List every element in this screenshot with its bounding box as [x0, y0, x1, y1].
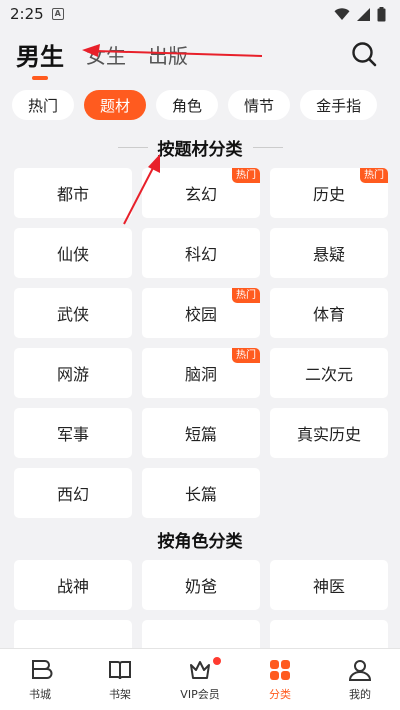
pill-theme[interactable]: 题材 — [84, 90, 147, 120]
genre-label: 长篇 — [184, 485, 217, 504]
bookstore-icon — [32, 660, 53, 679]
status-bar: 2:25 A — [0, 0, 400, 28]
role-label: 神医 — [312, 577, 345, 596]
status-time: 2:25 — [10, 5, 44, 23]
genre-label: 科幻 — [184, 245, 217, 264]
genre-label: 短篇 — [184, 425, 217, 444]
role-cell[interactable]: 奶爸 — [142, 560, 260, 610]
nav-category[interactable]: 分类 — [240, 649, 320, 710]
genre-cell[interactable]: 真实历史 — [270, 408, 388, 458]
signal-icon — [357, 7, 370, 21]
nav-bookshelf-label: 书架 — [109, 688, 131, 701]
genre-cell[interactable]: 玄幻 热门 — [142, 168, 260, 218]
divider-right — [252, 146, 283, 148]
section-title-role: 按角色分类 — [0, 518, 400, 560]
genre-label: 体育 — [312, 305, 345, 324]
genre-cell[interactable]: 网游 — [14, 348, 132, 398]
genre-cell[interactable]: 悬疑 — [270, 228, 388, 278]
genre-label: 脑洞 — [184, 365, 217, 384]
role-cell[interactable]: 神医 — [270, 560, 388, 610]
pill-role[interactable]: 角色 — [156, 90, 219, 120]
nav-profile-label: 我的 — [349, 688, 371, 701]
status-right — [334, 6, 386, 22]
pill-hot[interactable]: 热门 — [12, 90, 75, 120]
genre-label: 玄幻 — [184, 185, 217, 204]
genre-cell[interactable]: 都市 — [14, 168, 132, 218]
crown-icon — [190, 661, 210, 679]
hot-badge: 热门 — [232, 288, 260, 303]
genre-label: 网游 — [56, 365, 89, 384]
nav-vip[interactable]: VIP会员 — [160, 649, 240, 710]
nav-bookshelf[interactable]: 书架 — [80, 649, 160, 710]
genre-cell[interactable]: 体育 — [270, 288, 388, 338]
tab-male[interactable]: 男生 — [16, 37, 64, 72]
genre-cell[interactable]: 校园 热门 — [142, 288, 260, 338]
genre-label: 校园 — [184, 305, 217, 324]
genre-label: 武侠 — [56, 305, 89, 324]
profile-icon — [348, 660, 372, 681]
bottom-nav: 书城 书架 VIP会员 分类 我的 — [0, 648, 400, 710]
section-title-text: 按题材分类 — [157, 139, 243, 160]
role-cell[interactable]: 战神 — [14, 560, 132, 610]
hot-badge: 热门 — [360, 168, 388, 183]
bookshelf-icon — [109, 661, 131, 680]
genre-cell[interactable]: 脑洞 热门 — [142, 348, 260, 398]
genre-cell[interactable]: 历史 热门 — [270, 168, 388, 218]
genre-cell[interactable]: 短篇 — [142, 408, 260, 458]
nav-category-label: 分类 — [269, 688, 291, 701]
pill-golden-finger[interactable]: 金手指 — [300, 90, 378, 120]
genre-cell[interactable]: 长篇 — [142, 468, 260, 518]
top-tabs: 男生 女生 出版 — [0, 28, 400, 80]
divider-left — [117, 146, 148, 148]
hot-badge: 热门 — [232, 348, 260, 363]
tab-publishing[interactable]: 出版 — [148, 40, 188, 69]
a-square-icon: A — [51, 8, 64, 20]
genre-label: 军事 — [56, 425, 89, 444]
genre-cell[interactable]: 二次元 — [270, 348, 388, 398]
genre-cell[interactable]: 西幻 — [14, 468, 132, 518]
hot-badge: 热门 — [232, 168, 260, 183]
notification-dot — [213, 657, 221, 665]
section-title-theme: 按题材分类 — [0, 126, 400, 168]
genre-label: 仙侠 — [56, 245, 89, 264]
genre-label: 都市 — [56, 185, 89, 204]
nav-vip-label: VIP会员 — [180, 688, 220, 701]
genre-cell[interactable]: 军事 — [14, 408, 132, 458]
category-icon — [270, 660, 290, 680]
role-label: 奶爸 — [184, 577, 217, 596]
genre-label: 西幻 — [56, 485, 89, 504]
theme-grid: 都市 玄幻 热门 历史 热门 仙侠 科幻 悬疑 武侠 校园 热门 体育 网游 脑洞 热门… — [0, 168, 400, 518]
battery-icon — [377, 6, 386, 21]
genre-cell[interactable]: 科幻 — [142, 228, 260, 278]
search-icon[interactable] — [350, 40, 378, 68]
section-title-text: 按角色分类 — [157, 531, 243, 552]
status-left: 2:25 A — [10, 5, 64, 23]
genre-cell[interactable]: 武侠 — [14, 288, 132, 338]
nav-bookstore[interactable]: 书城 — [0, 649, 80, 710]
genre-label: 真实历史 — [296, 425, 361, 444]
genre-label: 历史 — [312, 185, 345, 204]
category-filter-pills: 热门 题材 角色 情节 金手指 — [0, 80, 400, 126]
genre-label: 悬疑 — [312, 245, 345, 264]
wifi-icon — [334, 7, 350, 20]
nav-bookstore-label: 书城 — [29, 688, 51, 701]
pill-plot[interactable]: 情节 — [228, 90, 291, 120]
nav-profile[interactable]: 我的 — [320, 649, 400, 710]
genre-cell[interactable]: 仙侠 — [14, 228, 132, 278]
role-label: 战神 — [56, 577, 89, 596]
tab-female[interactable]: 女生 — [86, 40, 126, 69]
genre-label: 二次元 — [304, 365, 353, 384]
